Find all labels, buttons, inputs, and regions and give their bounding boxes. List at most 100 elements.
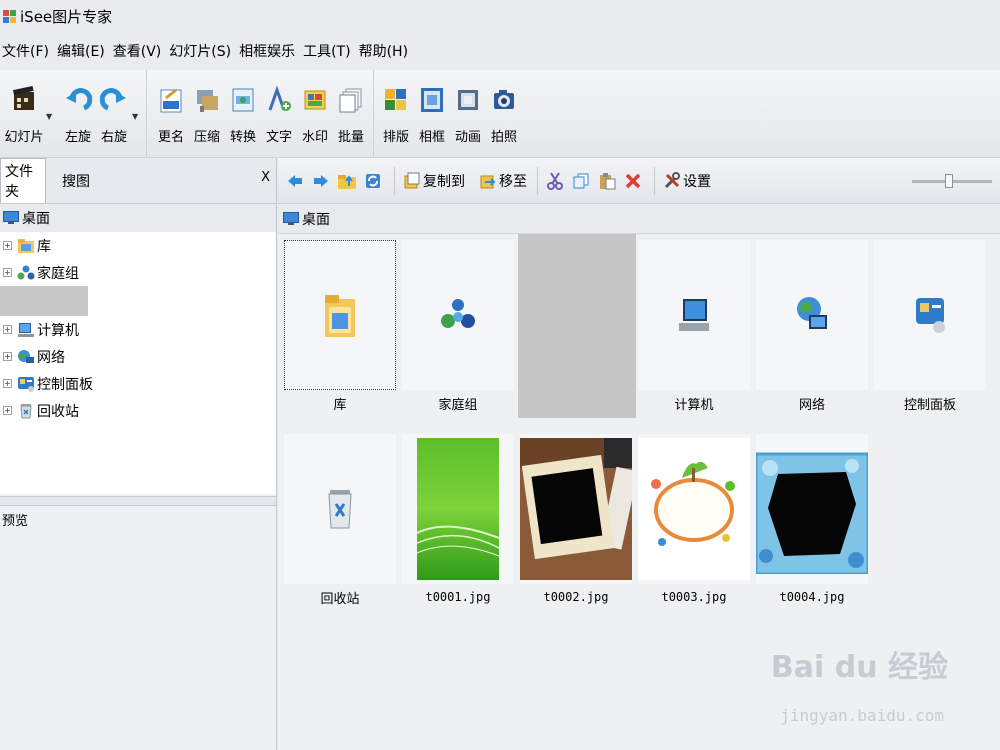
slideshow-dropdown-icon[interactable]: ▼ [46, 112, 56, 121]
homegroup-icon [17, 264, 35, 282]
tab-image-search[interactable]: 搜图 [56, 158, 96, 203]
computer-icon [638, 240, 750, 390]
thumbnail-item[interactable] [638, 434, 750, 584]
tree-item-label: 控制面板 [37, 376, 93, 393]
slideshow-button[interactable]: 幻灯片 [2, 84, 46, 145]
delete-button[interactable] [622, 170, 644, 192]
thumbnail-item[interactable] [520, 434, 632, 584]
copy-button[interactable] [570, 170, 592, 192]
copy-to-button[interactable]: 复制到 [401, 170, 465, 192]
copy-to-icon [401, 170, 423, 192]
convert-button[interactable]: 转换 [225, 84, 261, 145]
text-button[interactable]: 文字 [261, 84, 297, 145]
settings-label: 设置 [683, 173, 711, 190]
frame-button[interactable]: 相框 [414, 84, 450, 145]
tree-item-library[interactable]: + 库 [0, 232, 276, 259]
slideshow-label: 幻灯片 [4, 130, 44, 145]
tree-item-recycle-bin[interactable]: + 回收站 [0, 397, 276, 424]
arrow-right-icon [310, 170, 332, 192]
paste-button[interactable] [596, 170, 618, 192]
refresh-icon [362, 170, 384, 192]
expand-icon[interactable]: + [3, 325, 12, 334]
menu-file[interactable]: 文件(F) [0, 41, 53, 61]
watermark-button[interactable]: 水印 [297, 84, 333, 145]
thumbnail-item[interactable] [756, 434, 868, 584]
tools-icon [661, 170, 683, 192]
batch-button[interactable]: 批量 [333, 84, 369, 145]
menu-frame-fun[interactable]: 相框娱乐 [235, 41, 299, 61]
back-button[interactable] [284, 170, 306, 192]
slider-thumb[interactable] [945, 174, 953, 188]
rotate-dropdown-icon[interactable]: ▼ [132, 112, 142, 121]
refresh-button[interactable] [362, 170, 384, 192]
forward-button[interactable] [310, 170, 332, 192]
tree-item-label: 库 [37, 238, 51, 255]
layout-button[interactable]: 排版 [378, 84, 414, 145]
layout-icon [381, 84, 411, 116]
compress-icon [192, 84, 222, 116]
left-panel-tabs: 文件夹 搜图 X [0, 158, 276, 204]
blue-frame-thumbnail [756, 434, 868, 584]
menu-tools[interactable]: 工具(T) [299, 41, 354, 61]
thumbnail-item[interactable] [402, 240, 514, 390]
watermark-label: 水印 [301, 130, 328, 145]
menu-help[interactable]: 帮助(H) [355, 41, 412, 61]
rotate-left-button[interactable]: 左旋 [60, 84, 96, 145]
menu-view[interactable]: 查看(V) [109, 41, 166, 61]
nav-toolbar: 复制到 移至 设置 [278, 158, 1000, 204]
thumbnail-item[interactable] [402, 434, 514, 584]
toolbar-separator [654, 166, 655, 195]
location-bar: 桌面 [278, 204, 1000, 234]
tree-item-label: 家庭组 [37, 265, 79, 282]
item-label: t0003.jpg [661, 590, 727, 604]
rotate-right-button[interactable]: 右旋 [96, 84, 132, 145]
animation-button[interactable]: 动画 [450, 84, 486, 145]
thumbnail-item[interactable] [638, 240, 750, 390]
expand-icon[interactable]: + [3, 352, 12, 361]
rotate-right-label: 右旋 [100, 130, 127, 145]
convert-label: 转换 [229, 130, 256, 145]
animation-icon [453, 84, 483, 116]
tree-item-network[interactable]: + 网络 [0, 343, 276, 370]
expand-icon[interactable]: + [3, 379, 12, 388]
thumbnail-item[interactable] [284, 434, 396, 584]
convert-icon [228, 84, 258, 116]
compress-button[interactable]: 压缩 [189, 84, 225, 145]
thumbnail-size-slider[interactable] [912, 172, 992, 190]
tree-item-homegroup[interactable]: + 家庭组 [0, 259, 276, 286]
item-label: t0004.jpg [779, 590, 845, 604]
tab-folders[interactable]: 文件夹 [0, 158, 46, 203]
tree-item-label: 计算机 [37, 322, 79, 339]
close-panel-button[interactable]: X [261, 170, 270, 185]
folder-tree: 桌面 + 库 + 家庭组 + 计算机 + 网络 + 控制面板 + 回收站 [0, 204, 276, 494]
copy-to-label: 复制到 [423, 173, 465, 190]
settings-button[interactable]: 设置 [661, 170, 711, 192]
up-folder-button[interactable] [336, 170, 358, 192]
baidu-watermark-url: jingyan.baidu.com [780, 706, 944, 725]
rename-button[interactable]: 更名 [153, 84, 189, 145]
rename-label: 更名 [157, 130, 184, 145]
expand-icon[interactable]: + [3, 241, 12, 250]
menu-slideshow[interactable]: 幻灯片(S) [165, 41, 235, 61]
thumbnail-item[interactable] [874, 240, 986, 390]
move-to-button[interactable]: 移至 [477, 170, 527, 192]
camera-label: 拍照 [490, 130, 517, 145]
tree-item-computer[interactable]: + 计算机 [0, 316, 276, 343]
window-title: iSee图片专家 [20, 7, 113, 26]
cut-button[interactable] [544, 170, 566, 192]
thumbnail-item[interactable] [284, 240, 396, 390]
frame-label: 相框 [418, 130, 445, 145]
expand-icon[interactable]: + [3, 268, 12, 277]
panel-splitter[interactable] [0, 496, 276, 506]
thumbnail-item[interactable] [756, 240, 868, 390]
tree-item-control-panel[interactable]: + 控制面板 [0, 370, 276, 397]
main-toolbar: 幻灯片 ▼ 左旋 右旋 ▼ 更名 压缩 转换 文字 水印 批量 排版 相框 动画… [0, 70, 1000, 158]
camera-button[interactable]: 拍照 [486, 84, 522, 145]
cartoon-frame-thumbnail [638, 434, 750, 584]
tree-item-desktop[interactable]: 桌面 [0, 204, 276, 232]
green-image-thumbnail [402, 434, 514, 584]
toolbar-separator [394, 166, 395, 195]
expand-icon[interactable]: + [3, 406, 12, 415]
menu-edit[interactable]: 编辑(E) [53, 41, 109, 61]
move-to-icon [477, 170, 499, 192]
